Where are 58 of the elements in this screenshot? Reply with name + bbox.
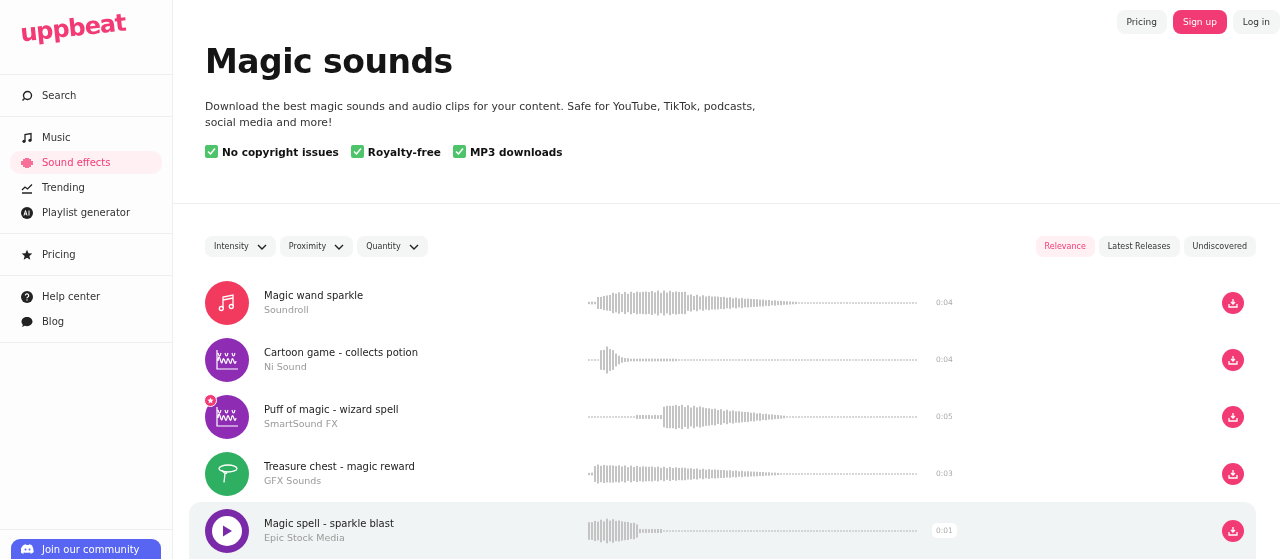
feature-label: No copyright issues xyxy=(222,145,339,158)
sidebar-item[interactable]: Trending xyxy=(10,176,162,199)
discord-icon xyxy=(21,544,34,554)
microphone-icon xyxy=(215,461,239,486)
speech-bubble-icon xyxy=(21,315,33,328)
sidebar-item[interactable]: Pricing xyxy=(10,243,162,266)
filter-dropdown[interactable]: Intensity xyxy=(205,236,276,257)
waveform-chart-icon xyxy=(215,405,239,428)
download-icon xyxy=(1228,297,1238,308)
feature-label: Royalty-free xyxy=(367,145,441,158)
track-artwork[interactable] xyxy=(205,394,249,439)
sort-tab[interactable]: Latest Releases xyxy=(1098,236,1180,257)
waveform-chart-icon xyxy=(215,348,239,371)
community-button[interactable]: Join our community xyxy=(11,539,161,559)
help-icon xyxy=(21,290,33,303)
download-button[interactable] xyxy=(1222,405,1244,428)
sidebar-item[interactable]: Help center xyxy=(10,285,162,308)
download-button[interactable] xyxy=(1222,291,1244,314)
download-button[interactable] xyxy=(1222,348,1244,371)
download-button[interactable] xyxy=(1222,462,1244,485)
track-title[interactable]: Magic wand sparkle xyxy=(264,290,588,301)
chevron-down-icon xyxy=(256,243,267,250)
search-icon xyxy=(21,89,33,102)
sidebar-item[interactable]: Music xyxy=(10,126,162,149)
filter-dropdown[interactable]: Proximity xyxy=(279,236,354,257)
logo[interactable]: uppbeat xyxy=(18,8,127,48)
sidebar-item[interactable]: Blog xyxy=(10,310,162,333)
page-title: Magic sounds xyxy=(205,42,454,81)
track-artwork[interactable] xyxy=(205,508,249,553)
download-icon xyxy=(1228,354,1238,365)
download-button[interactable] xyxy=(1222,519,1244,542)
track-title[interactable]: Puff of magic - wizard spell xyxy=(264,404,588,415)
track-artwork[interactable] xyxy=(205,280,249,325)
header-button[interactable]: Pricing xyxy=(1116,10,1167,34)
chevron-down-icon xyxy=(408,243,419,250)
download-icon xyxy=(1228,411,1238,422)
signup-button[interactable]: Sign up xyxy=(1172,10,1227,34)
star-icon xyxy=(21,248,33,261)
ai-icon xyxy=(21,206,33,219)
track-artwork[interactable] xyxy=(205,337,249,382)
sidebar-item[interactable]: Search xyxy=(10,84,162,107)
track-artwork[interactable] xyxy=(205,451,249,496)
filter-dropdown[interactable]: Quantity xyxy=(357,236,428,257)
description: Download the best magic sounds and audio clips for your content. Safe for YouTube, TikTok, podcasts, social media and more! xyxy=(205,99,757,131)
feature-label: MP3 downloads xyxy=(469,145,563,158)
track-title[interactable]: Cartoon game - collects potion xyxy=(264,347,588,358)
music-note-icon xyxy=(217,292,237,313)
header-button[interactable]: Log in xyxy=(1232,10,1280,34)
download-icon xyxy=(1228,468,1238,479)
sidebar-item[interactable]: Playlist generator xyxy=(10,201,162,224)
sort-tab[interactable]: Relevance xyxy=(1035,236,1095,257)
track-title[interactable]: Treasure chest - magic reward xyxy=(264,461,588,472)
download-icon xyxy=(1228,525,1238,536)
music-note-icon xyxy=(21,131,33,144)
chevron-down-icon xyxy=(334,243,345,250)
sort-tab[interactable]: Undiscovered xyxy=(1183,236,1256,257)
trend-icon xyxy=(21,181,33,194)
track-title[interactable]: Magic spell - sparkle blast xyxy=(264,518,588,529)
